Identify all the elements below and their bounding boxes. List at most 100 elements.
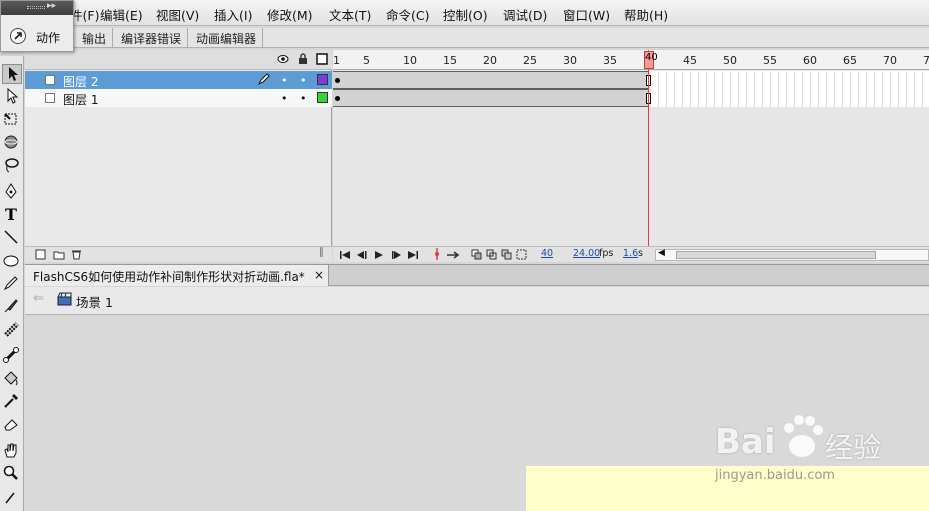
- text-icon[interactable]: T: [2, 205, 22, 225]
- menu-window[interactable]: 窗口(W): [563, 5, 610, 24]
- eraser-icon[interactable]: [2, 415, 22, 435]
- menu-edit[interactable]: 编辑(E): [100, 5, 143, 24]
- scroll-left-icon[interactable]: ◀: [658, 248, 665, 258]
- layer-color-swatch[interactable]: [317, 74, 328, 85]
- actions-label[interactable]: 动作: [36, 29, 60, 46]
- lock-dot[interactable]: •: [300, 92, 307, 105]
- tools-panel: T: [0, 56, 24, 511]
- menu-insert[interactable]: 插入(I): [214, 5, 252, 24]
- panel-tab-strip: 输出 编译器错误 动画编辑器: [74, 28, 929, 48]
- menu-text[interactable]: 文本(T): [329, 5, 371, 24]
- tab-motion-editor-label: 动画编辑器: [196, 32, 257, 46]
- document-tab[interactable]: FlashCS6如何使用动作补间制作形状对折动画.fla* ×: [25, 265, 329, 286]
- oval-icon[interactable]: [2, 251, 22, 271]
- empty-frames[interactable]: [651, 89, 929, 107]
- last-frame-icon[interactable]: [407, 249, 419, 263]
- step-forward-icon[interactable]: [391, 249, 403, 263]
- paint-bucket-icon[interactable]: [2, 369, 22, 389]
- bone-icon[interactable]: [2, 346, 22, 366]
- pen-icon[interactable]: [2, 182, 22, 202]
- keyframe[interactable]: [335, 78, 340, 83]
- tab-output-label: 输出: [82, 32, 107, 46]
- menu-view[interactable]: 视图(V): [156, 5, 199, 24]
- modify-markers-icon[interactable]: [516, 249, 527, 263]
- scene-name[interactable]: 场景 1: [76, 292, 113, 311]
- outline-icon[interactable]: [316, 53, 328, 68]
- layer-footer: ∥: [25, 246, 332, 262]
- ruler-tick: 70: [883, 54, 897, 67]
- menu-modify[interactable]: 修改(M): [267, 5, 313, 24]
- scene-clapper-icon: [57, 292, 72, 309]
- playhead[interactable]: 40: [644, 51, 658, 69]
- back-arrow-icon[interactable]: ⇐: [33, 291, 44, 306]
- visible-dot[interactable]: •: [281, 74, 288, 87]
- elapsed-time[interactable]: 1.6: [623, 248, 638, 259]
- visible-dot[interactable]: •: [281, 92, 288, 105]
- current-frame[interactable]: 40: [541, 248, 553, 259]
- tab-compiler-errors[interactable]: 编译器错误: [115, 28, 189, 48]
- actions-icon: [10, 28, 26, 44]
- tween-span[interactable]: [333, 89, 651, 107]
- empty-frames[interactable]: [651, 71, 929, 89]
- watermark-brand-2: 经验: [825, 431, 882, 464]
- zoom-icon[interactable]: [2, 464, 22, 484]
- 3d-rotation-icon[interactable]: [2, 133, 22, 153]
- grip-icon[interactable]: [27, 6, 45, 9]
- layer-row-1[interactable]: 图层 1 • •: [25, 89, 332, 107]
- play-icon[interactable]: [373, 249, 385, 263]
- new-folder-icon[interactable]: [53, 249, 65, 263]
- timeline-layers: 图层 2 • • 图层 1 • • ∥: [25, 50, 332, 262]
- tab-compiler-errors-label: 编译器错误: [121, 32, 182, 46]
- stroke-color-icon[interactable]: [2, 488, 22, 508]
- ruler-tick: 15: [443, 54, 457, 67]
- frame-rate[interactable]: 24.00: [573, 248, 600, 259]
- eye-icon[interactable]: [277, 53, 289, 68]
- menu-commands[interactable]: 命令(C): [386, 5, 429, 24]
- timeline-hscroll[interactable]: ◀: [655, 248, 929, 261]
- menu-file[interactable]: 件(F): [70, 5, 99, 24]
- playhead-line: [648, 50, 649, 248]
- ruler-tick: 55: [763, 54, 777, 67]
- eyedropper-icon[interactable]: [2, 392, 22, 412]
- keyframe[interactable]: [335, 96, 340, 101]
- deco-icon[interactable]: [2, 320, 22, 340]
- pencil-icon[interactable]: [2, 274, 22, 294]
- layer-color-swatch[interactable]: [317, 92, 328, 103]
- frame-row-layer-1[interactable]: [333, 89, 929, 107]
- delete-layer-icon[interactable]: [71, 249, 82, 263]
- onion-outline-icon[interactable]: [486, 249, 497, 263]
- loop-icon[interactable]: [445, 249, 461, 263]
- line-icon[interactable]: [2, 228, 22, 248]
- frame-ruler[interactable]: 1 5 10 15 20 25 30 35 45 50 55 60 65 70 …: [333, 50, 929, 70]
- close-icon[interactable]: ×: [314, 268, 324, 282]
- pointer-icon[interactable]: [2, 64, 22, 84]
- actions-panel[interactable]: ▸▸ 动作: [0, 0, 74, 52]
- actions-panel-titlebar[interactable]: ▸▸: [1, 1, 73, 15]
- menu-help[interactable]: 帮助(H): [624, 5, 668, 24]
- tween-span[interactable]: [333, 71, 651, 89]
- free-transform-icon[interactable]: [2, 110, 22, 130]
- onion-skin-icon[interactable]: [471, 249, 482, 263]
- scroll-thumb[interactable]: [676, 251, 876, 259]
- collapse-icon[interactable]: ▸▸: [47, 1, 56, 11]
- step-back-icon[interactable]: [355, 249, 367, 263]
- subselect-icon[interactable]: [2, 87, 22, 107]
- lock-dot[interactable]: •: [300, 74, 307, 87]
- splitter-icon[interactable]: ∥: [319, 247, 324, 258]
- frame-row-layer-2[interactable]: [333, 71, 929, 89]
- edit-multiple-icon[interactable]: [501, 249, 512, 263]
- lasso-icon[interactable]: [2, 156, 22, 176]
- center-frame-icon[interactable]: [433, 248, 441, 263]
- ruler-tick: 10: [403, 54, 417, 67]
- layer-row-2[interactable]: 图层 2 • •: [25, 71, 332, 89]
- menu-debug[interactable]: 调试(D): [503, 5, 547, 24]
- lock-icon[interactable]: [297, 53, 309, 68]
- layer-icon: [45, 93, 55, 103]
- brush-icon[interactable]: [2, 297, 22, 317]
- new-layer-icon[interactable]: [35, 249, 46, 263]
- first-frame-icon[interactable]: [339, 249, 351, 263]
- tab-motion-editor[interactable]: 动画编辑器: [190, 28, 264, 48]
- tab-output[interactable]: 输出: [76, 28, 114, 48]
- menu-control[interactable]: 控制(O): [443, 5, 488, 24]
- hand-icon[interactable]: [2, 441, 22, 461]
